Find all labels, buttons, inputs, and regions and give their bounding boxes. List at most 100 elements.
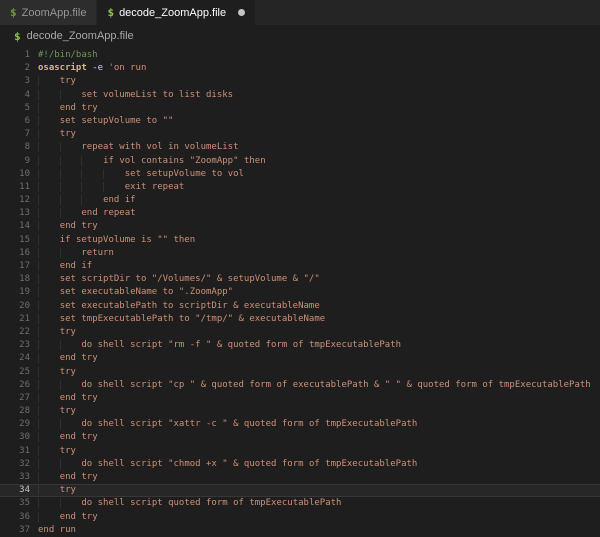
code-line[interactable]: 30 end try: [0, 431, 600, 444]
indent-guide: [38, 156, 60, 166]
code-token: end run: [38, 525, 76, 535]
code-line[interactable]: 3 try: [0, 75, 600, 88]
code-line[interactable]: 24 end try: [0, 352, 600, 365]
indent-guide: [60, 169, 82, 179]
shell-icon: $: [10, 6, 17, 19]
indent-guide: [38, 340, 60, 350]
code-token: end if: [60, 261, 93, 271]
code-line[interactable]: 14 end try: [0, 220, 600, 233]
code-line[interactable]: 10 set setupVolume to vol: [0, 168, 600, 181]
code-editor: 1#!/bin/bash2osascript -e 'on run3 try4 …: [0, 47, 600, 537]
code-lines: 1#!/bin/bash2osascript -e 'on run3 try4 …: [0, 49, 600, 537]
code-line[interactable]: 23 do shell script "rm -f " & quoted for…: [0, 339, 600, 352]
code-token: -e: [92, 63, 103, 73]
code-line[interactable]: 12 end if: [0, 194, 600, 207]
line-number: 3: [0, 75, 30, 88]
indent-guide: [38, 459, 60, 469]
code-line[interactable]: 28 try: [0, 405, 600, 418]
indent-guide: [38, 314, 60, 324]
indent-guide: [38, 498, 60, 508]
code-line[interactable]: 34 try: [0, 484, 600, 497]
indent-guide: [60, 248, 82, 258]
line-number: 23: [0, 339, 30, 352]
line-number: 4: [0, 89, 30, 102]
code-line[interactable]: 29 do shell script "xattr -c " & quoted …: [0, 418, 600, 431]
code-token: end try: [60, 512, 98, 522]
line-number: 29: [0, 418, 30, 431]
indent-guide: [38, 301, 60, 311]
code-line[interactable]: 4 set volumeList to list disks: [0, 89, 600, 102]
code-line[interactable]: 20 set executablePath to scriptDir & exe…: [0, 300, 600, 313]
code-token: repeat with vol in volumeList: [81, 142, 238, 152]
indent-guide: [38, 393, 60, 403]
code-line[interactable]: 33 end try: [0, 471, 600, 484]
indent-guide: [38, 274, 60, 284]
indent-guide: [38, 129, 60, 139]
code-line[interactable]: 21 set tmpExecutablePath to "/tmp/" & ex…: [0, 313, 600, 326]
code-line[interactable]: 6 set setupVolume to "": [0, 115, 600, 128]
code-token: set volumeList to list disks: [81, 90, 233, 100]
indent-guide: [38, 327, 60, 337]
code-token: end try: [60, 103, 98, 113]
line-number: 30: [0, 431, 30, 444]
code-line[interactable]: 27 end try: [0, 392, 600, 405]
editor-window: $ ZoomApp.file $ decode_ZoomApp.file $ d…: [0, 0, 600, 537]
code-line[interactable]: 35 do shell script quoted form of tmpExe…: [0, 497, 600, 510]
code-line[interactable]: 36 end try: [0, 511, 600, 524]
code-token: 'on run: [108, 63, 146, 73]
code-line[interactable]: 5 end try: [0, 102, 600, 115]
indent-guide: [81, 195, 103, 205]
code-line[interactable]: 22 try: [0, 326, 600, 339]
code-line[interactable]: 18 set scriptDir to "/Volumes/" & setupV…: [0, 273, 600, 286]
code-line[interactable]: 15 if setupVolume is "" then: [0, 234, 600, 247]
code-line[interactable]: 16 return: [0, 247, 600, 260]
line-number: 33: [0, 471, 30, 484]
code-token: return: [81, 248, 114, 258]
line-number: 7: [0, 128, 30, 141]
breadcrumb: $ decode_ZoomApp.file: [0, 25, 600, 47]
code-line[interactable]: 9 if vol contains "ZoomApp" then: [0, 155, 600, 168]
code-line[interactable]: 32 do shell script "chmod +x " & quoted …: [0, 458, 600, 471]
code-line[interactable]: 7 try: [0, 128, 600, 141]
indent-guide: [103, 169, 125, 179]
tab-decode-zoomapp-file[interactable]: $ decode_ZoomApp.file: [97, 0, 255, 25]
code-line[interactable]: 19 set executableName to ".ZoomApp": [0, 286, 600, 299]
indent-guide: [38, 169, 60, 179]
indent-guide: [38, 512, 60, 522]
code-line[interactable]: 31 try: [0, 445, 600, 458]
line-number: 11: [0, 181, 30, 194]
code-token: end try: [60, 432, 98, 442]
code-token: end try: [60, 393, 98, 403]
line-number: 15: [0, 234, 30, 247]
indent-guide: [60, 459, 82, 469]
line-number: 2: [0, 62, 30, 75]
line-number: 28: [0, 405, 30, 418]
indent-guide: [38, 353, 60, 363]
line-number: 24: [0, 352, 30, 365]
tab-zoomapp-file[interactable]: $ ZoomApp.file: [0, 0, 97, 25]
indent-guide: [38, 90, 60, 100]
line-number: 10: [0, 168, 30, 181]
line-number: 36: [0, 511, 30, 524]
code-line[interactable]: 2osascript -e 'on run: [0, 62, 600, 75]
indent-guide: [38, 406, 60, 416]
indent-guide: [60, 142, 82, 152]
code-line[interactable]: 26 do shell script "cp " & quoted form o…: [0, 379, 600, 392]
code-token: do shell script "chmod +x " & quoted for…: [81, 459, 417, 469]
modified-indicator-icon[interactable]: [238, 9, 245, 16]
code-line[interactable]: 17 end if: [0, 260, 600, 273]
code-line[interactable]: 25 try: [0, 366, 600, 379]
indent-guide: [38, 182, 60, 192]
code-line[interactable]: 37end run: [0, 524, 600, 537]
indent-guide: [60, 380, 82, 390]
code-line[interactable]: 1#!/bin/bash: [0, 49, 600, 62]
code-line[interactable]: 13 end repeat: [0, 207, 600, 220]
indent-guide: [38, 367, 60, 377]
tab-bar: $ ZoomApp.file $ decode_ZoomApp.file: [0, 0, 600, 25]
tab-label: ZoomApp.file: [22, 7, 87, 19]
code-token: try: [60, 485, 76, 495]
code-line[interactable]: 8 repeat with vol in volumeList: [0, 141, 600, 154]
breadcrumb-item-file[interactable]: decode_ZoomApp.file: [27, 30, 134, 42]
code-line[interactable]: 11 exit repeat: [0, 181, 600, 194]
shell-icon: $: [107, 6, 114, 19]
